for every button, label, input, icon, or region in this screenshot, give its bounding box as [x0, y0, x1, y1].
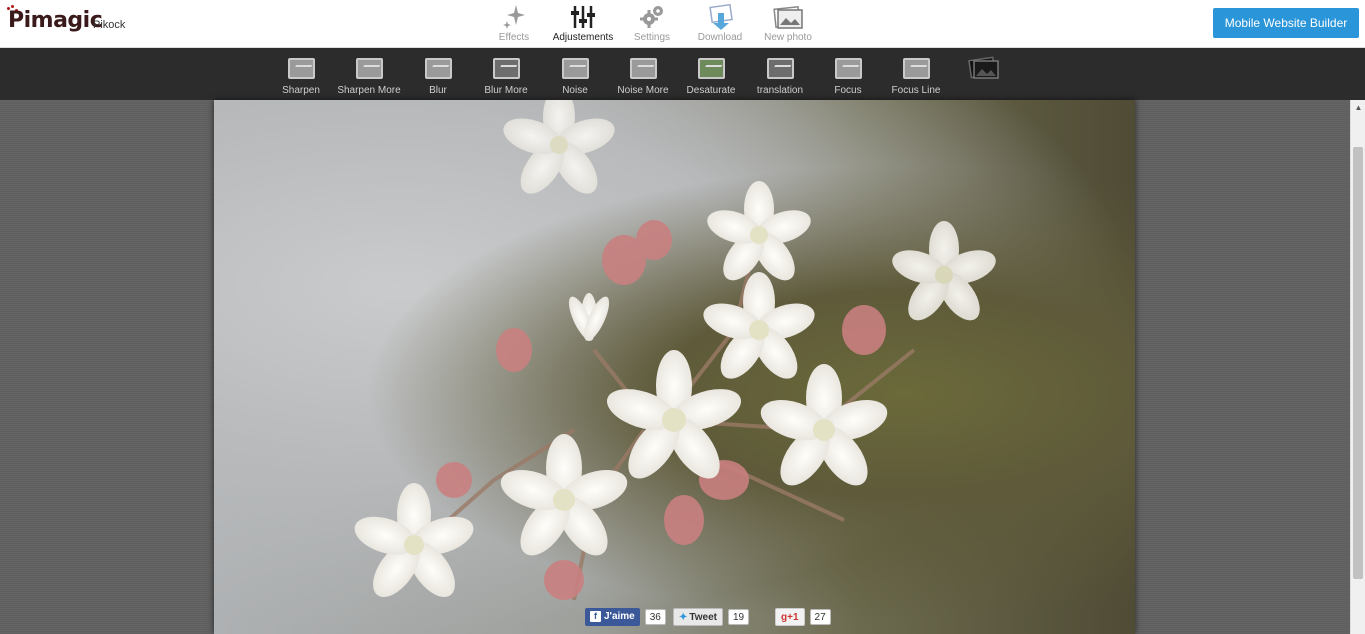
tool-blur-more[interactable]: Blur More [483, 58, 529, 96]
desaturate-thumb-icon [697, 58, 725, 79]
tool-noise-more[interactable]: Noise More [616, 58, 670, 96]
tool-desaturate-label: Desaturate [686, 85, 736, 96]
tool-sharpen-more-label: Sharpen More [337, 85, 401, 96]
scroll-thumb[interactable] [1353, 147, 1363, 579]
nav-effects[interactable]: Effects [480, 0, 548, 48]
facebook-like[interactable]: f J'aime 36 [585, 608, 666, 626]
photo-icon [754, 0, 822, 30]
facebook-like-count: 36 [644, 609, 666, 625]
google-plus-count: 27 [809, 609, 831, 625]
tool-translation-label: translation [756, 85, 804, 96]
nav-download-label: Download [697, 32, 743, 43]
nav-new-photo[interactable]: New photo [754, 0, 822, 48]
tool-noise[interactable]: Noise [560, 58, 590, 96]
focus-thumb-icon [834, 58, 862, 79]
noise-thumb-icon [561, 58, 589, 79]
nav-download[interactable]: Download [686, 0, 754, 48]
edited-photo[interactable] [214, 100, 1135, 634]
nav-settings-label: Settings [633, 32, 671, 43]
tool-sharpen-label: Sharpen [282, 85, 320, 96]
twitter-tweet[interactable]: ✦ Tweet 19 [673, 608, 750, 626]
tweet-button[interactable]: ✦ Tweet [673, 608, 723, 626]
main-nav: Effects Adjustements Settings Download N… [480, 0, 822, 48]
sharpen-more-thumb-icon [355, 58, 383, 79]
facebook-icon: f [590, 611, 601, 622]
tool-focus-line-label: Focus Line [891, 85, 941, 96]
nav-adjustements[interactable]: Adjustements [548, 0, 618, 48]
nav-settings[interactable]: Settings [618, 0, 686, 48]
tweet-label: Tweet [689, 612, 717, 623]
sliders-icon [548, 0, 618, 30]
tool-noise-label: Noise [562, 85, 588, 96]
tool-noise-more-label: Noise More [617, 85, 669, 96]
mobile-website-builder-button[interactable]: Mobile Website Builder [1213, 8, 1359, 38]
site-name: Pikock [93, 19, 126, 31]
photo-illustration [354, 100, 996, 601]
download-icon [686, 0, 754, 30]
noise-more-thumb-icon [629, 58, 657, 79]
nav-new-photo-label: New photo [764, 32, 812, 43]
tool-sharpen-more[interactable]: Sharpen More [336, 58, 402, 96]
tweet-count: 19 [728, 609, 750, 625]
twitter-bird-icon: ✦ [679, 612, 688, 623]
tool-blur-more-label: Blur More [484, 85, 528, 96]
nav-effects-label: Effects [498, 32, 530, 43]
translation-thumb-icon [766, 58, 794, 79]
tool-blur-label: Blur [429, 85, 447, 96]
tool-blur[interactable]: Blur [424, 58, 452, 96]
google-plus-label: +1 [787, 612, 799, 623]
tool-sharpen[interactable]: Sharpen [281, 58, 321, 96]
tool-focus[interactable]: Focus [833, 58, 863, 96]
gears-icon [618, 0, 686, 30]
sparkle-icon [480, 0, 548, 30]
vertical-scrollbar[interactable]: ▲ [1350, 100, 1365, 634]
top-header: Pimagic Pikock Effects Adjustements Sett… [0, 0, 1365, 48]
blur-more-thumb-icon [492, 58, 520, 79]
sharpen-thumb-icon [287, 58, 315, 79]
logo[interactable]: Pimagic [8, 8, 103, 33]
focus-line-thumb-icon [902, 58, 930, 79]
scroll-up-arrow-icon[interactable]: ▲ [1351, 100, 1365, 115]
nav-adjustements-label: Adjustements [552, 32, 614, 43]
google-plus-one[interactable]: g+1 27 [775, 608, 831, 626]
facebook-like-button[interactable]: f J'aime [585, 608, 640, 626]
tool-desaturate[interactable]: Desaturate [685, 58, 737, 96]
tool-translation[interactable]: translation [755, 58, 805, 96]
tool-focus-line[interactable]: Focus Line [890, 58, 942, 96]
blur-thumb-icon [424, 58, 452, 79]
photo-stack-icon[interactable] [968, 55, 1000, 81]
tool-focus-label: Focus [834, 85, 862, 96]
adjustments-toolbar: Sharpen Sharpen More Blur Blur More Nois… [0, 48, 1365, 100]
facebook-like-label: J'aime [604, 611, 635, 622]
google-plus-button[interactable]: g+1 [775, 608, 805, 626]
